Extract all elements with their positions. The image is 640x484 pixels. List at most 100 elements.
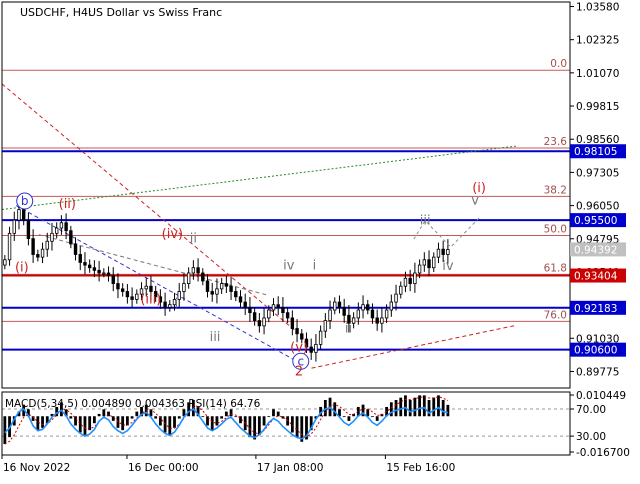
candle-body [50,232,54,242]
macd-bar [234,416,238,418]
macd-bar [220,416,224,419]
candle-body [177,291,181,300]
macd-bar [441,400,445,417]
candle-body [205,280,210,292]
candle-body [399,285,403,295]
candle-body [45,240,49,250]
candle-body [384,309,389,319]
candle-body [97,269,101,274]
macd-bar [3,416,7,445]
wave-label: (i) [15,261,29,276]
x-tick-label: 16 Nov 2022 [3,462,70,474]
candle-body [281,306,285,314]
wave-label: ii [190,232,197,247]
candle-body [201,272,205,282]
macd-bar [97,413,101,417]
candle-body [422,259,427,266]
y-tick-label: 1.02325 [576,35,619,47]
macd-bar [69,416,73,419]
candle-body [366,304,370,311]
chart-symbol: USDCHF, H4: [20,6,92,19]
indicator-tick-label: 0.010449 [576,390,626,402]
candle-body [413,272,417,284]
candle-body [229,285,233,292]
candle-body [285,312,290,319]
indicator-tick-label: 70.00 [576,404,606,416]
wave-label: iv [442,259,454,274]
candle-body [83,262,87,266]
candle-body [40,248,45,258]
macd-bar [257,416,261,435]
wave-label: iii [210,330,221,345]
macd-bar [437,395,440,417]
candle-body [120,288,125,292]
macd-bar [168,416,172,435]
indicator-tick-label: 30.00 [576,431,606,443]
candle-body [361,304,365,311]
macd-bar [224,411,228,417]
macd-bar [295,416,299,438]
level-price-label: 0.95500 [574,215,617,227]
candle-body [323,320,328,332]
candle-body [87,264,92,269]
macd-bar [404,395,407,417]
macd-bar [177,416,181,419]
candle-body [394,293,398,303]
level-price-label: 0.93404 [574,271,618,283]
candle-body [271,304,276,311]
wave-label: i [175,296,179,311]
macd-bar [342,416,346,418]
wave-label: b [21,194,29,208]
candle-body [403,277,408,287]
macd-bar [418,395,422,417]
candle-body [356,309,361,319]
candle-body [309,346,313,353]
macd-bar [215,416,219,426]
macd-bar [446,404,450,417]
candle-body [116,283,120,290]
macd-bar [41,416,44,428]
macd-bar [413,397,417,417]
x-tick-label: 16 Dec 00:00 [128,462,199,474]
candle-body [427,259,431,269]
candle-body [106,272,111,277]
candle-body [290,317,295,329]
macd-bar [272,409,275,417]
fib-label: 76.0 [544,309,567,321]
candle-body [102,272,106,275]
y-tick-label: 0.99815 [576,101,619,113]
candle-body [375,317,379,324]
macd-bar [92,416,96,424]
level-price-label: 0.98105 [574,146,617,158]
candle-body [446,249,450,255]
candle-body [135,293,139,300]
y-tick-label: 0.89775 [576,366,619,378]
candle-body [267,309,271,319]
indicator-title: MACD(5,34,5) 0.004890 0.004363 RSI(14) 6… [5,398,261,410]
macd-bar [371,416,374,418]
macd-bar [422,395,426,417]
macd-bar [201,416,205,418]
macd-bar [83,416,87,435]
macd-bar [102,409,106,417]
macd-bar [375,416,379,421]
candle-body [408,277,412,284]
x-tick-label: 15 Feb 16:00 [386,462,455,474]
macd-bar [389,402,393,417]
wave-label: (ii) [59,197,76,212]
chart-canvas[interactable]: 0.023.638.250.061.876.0 b (ii)(i)(iv) ii(i… [0,0,640,480]
candle-body [7,232,12,261]
macd-bar [399,397,403,417]
candle-body [441,248,445,255]
candle-body [210,291,214,295]
macd-bar [394,400,398,417]
candle-body [380,317,384,324]
candle-body [92,267,97,271]
wave-label: i [313,259,317,274]
candle-body [337,301,342,308]
macd-bar [210,416,214,431]
candle-body [234,291,238,298]
candle-body [370,309,375,319]
candle-body [342,306,346,316]
candle-body [238,296,243,303]
